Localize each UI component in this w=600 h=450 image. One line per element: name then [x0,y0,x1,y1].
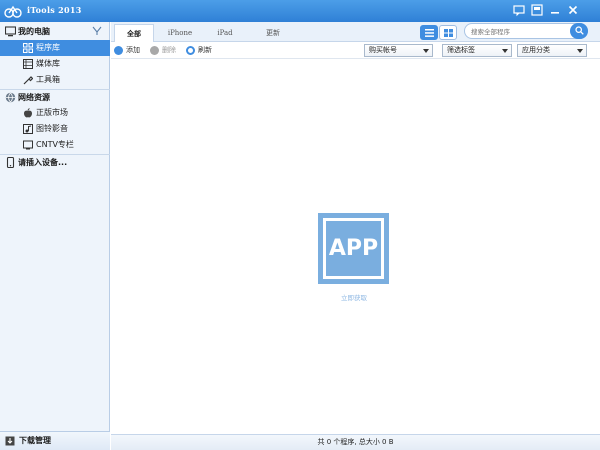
toolbar: 添加 删除 刷新 购买帐号 筛选标签 应用分类 [111,42,600,59]
sidebar-item-ringtones[interactable]: 图铃影音 [0,121,110,137]
sidebar-group-my-computer[interactable]: 我的电脑 [0,23,110,40]
sidebar-item-toolbox[interactable]: 工具箱 [0,72,110,88]
apple-icon [24,108,32,118]
tv-icon [23,140,33,150]
tab-ipad[interactable]: iPad [205,24,245,42]
tools-icon [23,76,33,85]
add-button[interactable]: 添加 [114,44,146,57]
sidebar-item-label: 程序库 [36,43,60,52]
sidebar-item-app-market[interactable]: 正版市场 [0,105,110,121]
apps-grid-icon [23,43,33,53]
sidebar-item-label: 图铃影音 [36,124,68,133]
globe-icon [5,92,16,103]
chevron-down-icon [502,49,508,53]
filter-tag-dropdown[interactable]: 筛选标签 [442,44,512,57]
sidebar-group-network[interactable]: 网络资源 [0,89,110,106]
app-placeholder-icon: APP [318,213,389,284]
tab-iphone[interactable]: iPhone [159,24,201,42]
itools-logo-icon [4,5,22,18]
sidebar-group-label: 网络资源 [18,93,50,102]
sidebar-item-label: 正版市场 [36,108,68,117]
sidebar-group-label: 请插入设备... [18,158,68,167]
download-icon [5,436,15,446]
title-bar: iTools 2013 [0,0,600,22]
purchase-account-dropdown[interactable]: 购买帐号 [364,44,433,57]
list-view-icon [425,29,434,37]
delete-icon [150,46,159,55]
media-icon [23,59,33,69]
tab-updates[interactable]: 更新 [253,24,293,42]
dropdown-value: 购买帐号 [369,46,397,54]
search-box [464,23,588,39]
sidebar-item-label: 媒体库 [36,59,60,68]
close-icon[interactable] [566,3,580,17]
dropdown-value: 应用分类 [522,46,550,54]
refresh-label: 刷新 [198,46,212,54]
search-input[interactable] [471,25,567,38]
search-button[interactable] [570,23,588,39]
sidebar-item-label: 工具箱 [36,75,60,84]
minimize-icon[interactable] [548,3,562,17]
sidebar-item-media-library[interactable]: 媒体库 [0,56,110,72]
search-icon [575,26,584,35]
dropdown-value: 筛选标签 [447,46,475,54]
app-icon-frame: APP [323,218,384,279]
music-icon [23,124,33,134]
download-manager-button[interactable]: 下载管理 [0,431,110,450]
refresh-button[interactable]: 刷新 [186,44,218,57]
app-list-area: APP 立即获取 [111,60,600,434]
add-icon [114,46,123,55]
sidebar: 我的电脑 程序库 媒体库 工具箱 网络资源 正版市场 图铃影音 CNTV专栏 请… [0,22,110,450]
delete-button[interactable]: 删除 [150,44,182,57]
app-category-dropdown[interactable]: 应用分类 [517,44,587,57]
add-label: 添加 [126,46,140,54]
list-view-button[interactable] [420,25,438,40]
refresh-icon [186,46,195,55]
app-title: iTools 2013 [27,5,82,15]
download-manager-label: 下载管理 [19,436,51,445]
app-icon-text: APP [328,236,379,261]
sidebar-item-cntv[interactable]: CNTV专栏 [0,137,110,153]
computer-icon [5,26,16,37]
status-text: 共 0 个程序, 总大小 0 B [317,438,394,446]
feedback-icon[interactable] [512,3,526,17]
chevron-down-icon [577,49,583,53]
settings-icon[interactable] [530,3,544,17]
delete-label: 删除 [162,46,176,54]
status-bar: 共 0 个程序, 总大小 0 B [111,434,600,450]
phone-icon [6,157,15,168]
sidebar-group-device[interactable]: 请插入设备... [0,154,110,171]
sidebar-item-label: CNTV专栏 [36,140,74,149]
chevron-down-icon [423,49,429,53]
sidebar-item-app-library[interactable]: 程序库 [0,40,110,56]
get-now-link[interactable]: 立即获取 [323,292,385,302]
grid-view-icon [444,29,453,37]
sidebar-group-label: 我的电脑 [18,27,50,36]
grid-view-button[interactable] [439,25,457,40]
collapse-icon[interactable] [92,26,102,36]
tab-all[interactable]: 全部 [114,24,154,42]
